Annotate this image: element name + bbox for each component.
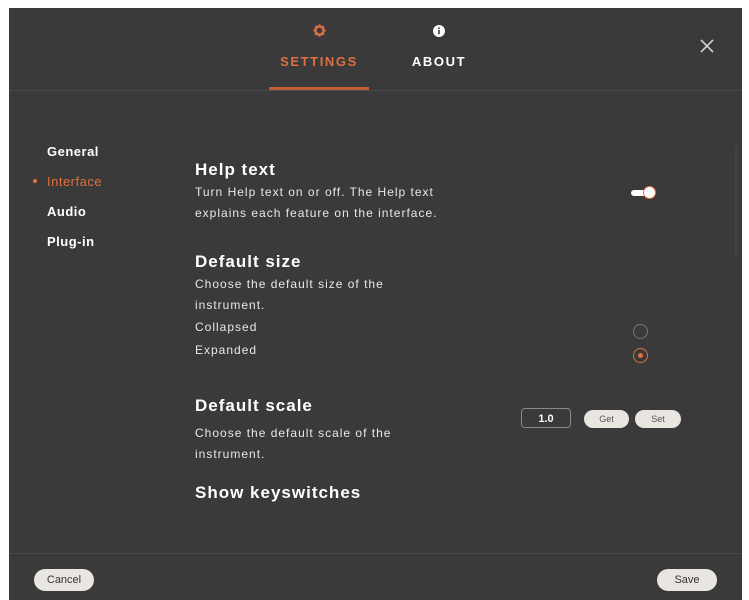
default-size-desc-line1: Choose the default size of the bbox=[195, 277, 384, 291]
dialog-header: SETTINGS ABOUT bbox=[9, 8, 742, 90]
close-icon[interactable] bbox=[699, 38, 717, 56]
radio-collapsed[interactable] bbox=[633, 324, 648, 339]
show-keyswitches-title: Show keyswitches bbox=[195, 483, 362, 502]
help-text-desc-line2: explains each feature on the interface. bbox=[195, 206, 438, 220]
default-scale-desc-line2: instrument. bbox=[195, 447, 266, 461]
gear-icon bbox=[269, 24, 369, 42]
settings-dialog: SETTINGS ABOUT General Interface Audio P… bbox=[9, 8, 742, 600]
sidebar-item-plugin[interactable]: Plug-in bbox=[47, 234, 102, 264]
get-button[interactable]: Get bbox=[584, 410, 629, 428]
radio-expanded[interactable] bbox=[633, 348, 648, 363]
save-button[interactable]: Save bbox=[657, 569, 717, 591]
scrollbar[interactable] bbox=[735, 148, 737, 258]
default-size-desc-line2: instrument. bbox=[195, 298, 266, 312]
sidebar-item-interface[interactable]: Interface bbox=[32, 174, 102, 204]
footer-divider bbox=[9, 553, 742, 554]
help-text-title: Help text bbox=[195, 160, 276, 179]
option-expanded-label: Expanded bbox=[195, 343, 258, 357]
header-divider bbox=[9, 90, 742, 91]
tab-settings[interactable]: SETTINGS bbox=[269, 24, 369, 69]
sidebar-item-audio[interactable]: Audio bbox=[47, 204, 102, 234]
help-text-desc-line1: Turn Help text on or off. The Help text bbox=[195, 185, 434, 199]
tab-settings-label: SETTINGS bbox=[280, 54, 358, 69]
default-scale-desc-line1: Choose the default scale of the bbox=[195, 426, 392, 440]
toggle-knob bbox=[643, 186, 656, 199]
info-icon bbox=[404, 24, 474, 42]
cancel-button[interactable]: Cancel bbox=[34, 569, 94, 591]
sidebar-item-general[interactable]: General bbox=[47, 144, 102, 174]
option-collapsed-label: Collapsed bbox=[195, 320, 258, 334]
sidebar: General Interface Audio Plug-in bbox=[32, 144, 102, 264]
tab-about[interactable]: ABOUT bbox=[404, 24, 474, 69]
default-scale-title: Default scale bbox=[195, 396, 313, 415]
default-size-title: Default size bbox=[195, 252, 302, 271]
help-text-toggle[interactable] bbox=[631, 186, 657, 200]
tab-about-label: ABOUT bbox=[411, 54, 467, 69]
scale-input[interactable]: 1.0 bbox=[521, 408, 571, 428]
set-button[interactable]: Set bbox=[635, 410, 681, 428]
